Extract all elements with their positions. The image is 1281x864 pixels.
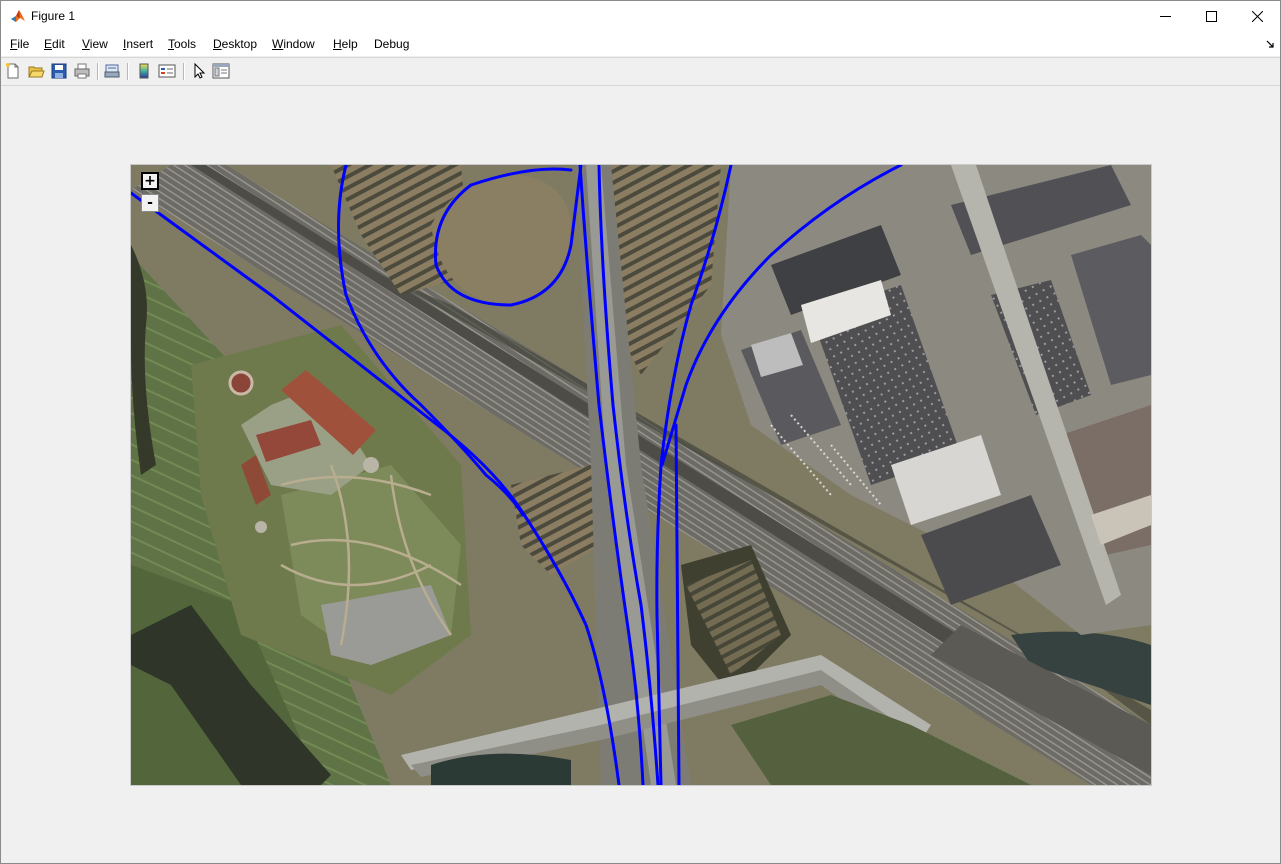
menu-view[interactable]: View (82, 37, 108, 51)
save-icon[interactable] (50, 62, 68, 80)
print-icon[interactable] (73, 62, 91, 80)
dock-arrow-icon[interactable] (1266, 40, 1274, 48)
link-plot-icon[interactable] (103, 62, 121, 80)
close-icon (1251, 11, 1263, 22)
legend-icon[interactable] (158, 62, 176, 80)
toolbar-separator (97, 63, 99, 80)
matlab-icon (11, 10, 25, 22)
figure-toolbar (1, 57, 1280, 86)
new-figure-icon[interactable] (4, 62, 22, 80)
colorbar-icon[interactable] (135, 62, 153, 80)
zoom-in-button[interactable]: + (141, 172, 159, 190)
minimize-icon (1159, 16, 1171, 17)
maximize-icon (1205, 11, 1217, 22)
zoom-out-button[interactable]: - (141, 194, 159, 212)
title-bar[interactable]: Figure 1 (1, 1, 1280, 32)
toolbar-separator (127, 63, 129, 80)
figure-window: Figure 1 File Edit View Insert Tools Des… (0, 0, 1281, 864)
menu-debug[interactable]: Debug (374, 37, 409, 51)
maximize-button[interactable] (1188, 1, 1234, 32)
menu-desktop[interactable]: Desktop (213, 37, 257, 51)
map-axes[interactable]: + - (130, 164, 1152, 786)
menu-bar: File Edit View Insert Tools Desktop Wind… (1, 32, 1280, 56)
open-file-icon[interactable] (27, 62, 45, 80)
aerial-map-image (131, 165, 1151, 785)
menu-insert[interactable]: Insert (123, 37, 153, 51)
menu-help[interactable]: Help (333, 37, 358, 51)
minimize-button[interactable] (1142, 1, 1188, 32)
menu-file[interactable]: File (10, 37, 29, 51)
window-title: Figure 1 (31, 9, 76, 23)
pointer-icon[interactable] (190, 62, 208, 80)
menu-tools[interactable]: Tools (168, 37, 196, 51)
close-button[interactable] (1234, 1, 1280, 32)
menu-window[interactable]: Window (272, 37, 315, 51)
toolbar-separator (183, 63, 185, 80)
menu-edit[interactable]: Edit (44, 37, 65, 51)
property-inspector-icon[interactable] (212, 62, 230, 80)
